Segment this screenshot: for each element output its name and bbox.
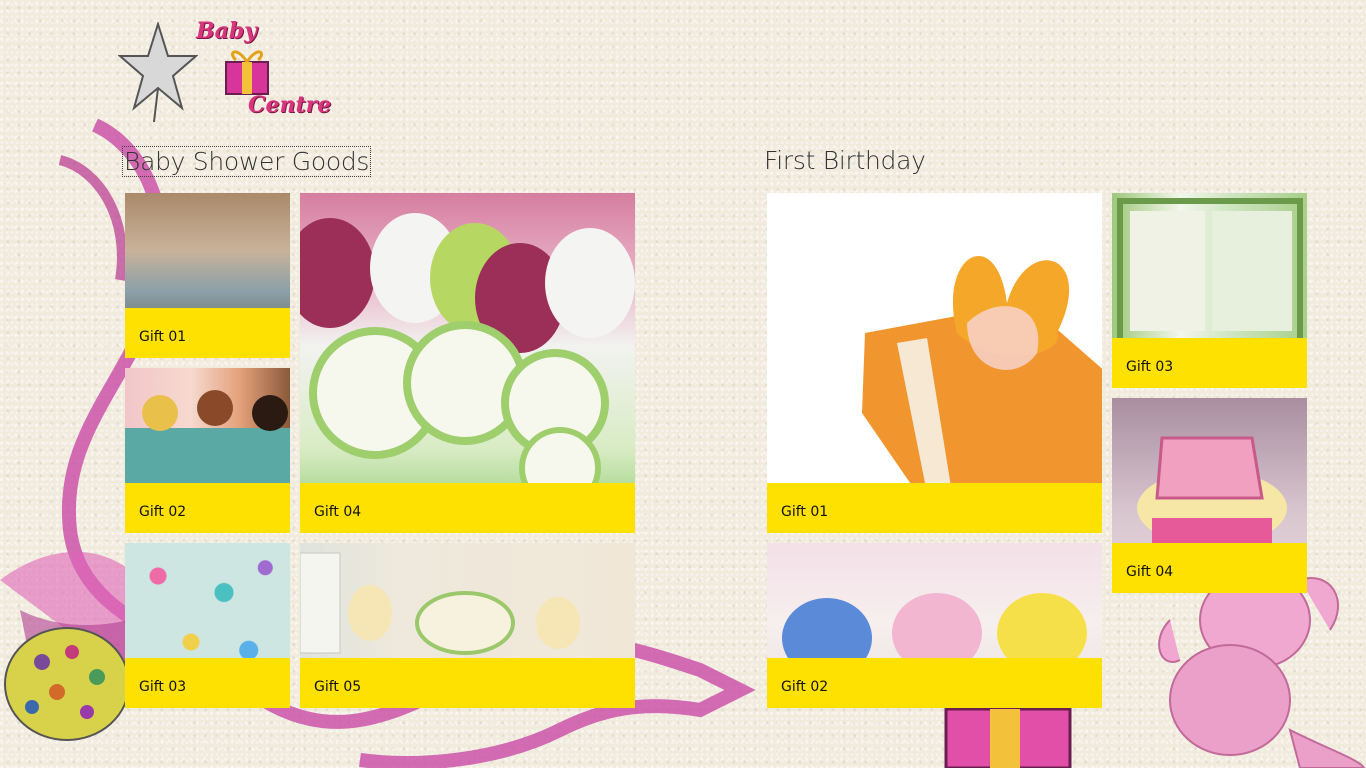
logo-text-centre: Centre [248, 92, 332, 118]
tile-baby-shower-gift-01[interactable]: Gift 01 [125, 193, 290, 358]
tile-caption: Gift 03 [1112, 338, 1307, 388]
balloons-icon [300, 213, 635, 509]
tile-caption: Gift 02 [767, 658, 1102, 708]
tile-label: Gift 01 [781, 504, 829, 520]
tile-label: Gift 03 [1126, 359, 1174, 375]
section-title-first-birthday[interactable]: First Birthday [764, 146, 926, 175]
tile-caption: Gift 02 [125, 483, 290, 533]
tile-baby-shower-gift-04[interactable]: Gift 04 [300, 193, 635, 533]
orange-gift-icon [862, 255, 1102, 493]
tile-caption: Gift 01 [125, 308, 290, 358]
tile-baby-shower-gift-03[interactable]: Gift 03 [125, 543, 290, 708]
tile-caption: Gift 03 [125, 658, 290, 708]
ball-decoration [4, 627, 130, 741]
tile-first-birthday-gift-04[interactable]: Gift 04 [1112, 398, 1307, 593]
gift-icon [225, 50, 269, 95]
tile-caption: Gift 01 [767, 483, 1102, 533]
tile-label: Gift 05 [314, 679, 362, 695]
tile-caption: Gift 04 [300, 483, 635, 533]
tile-image [767, 193, 1102, 533]
tile-caption: Gift 05 [300, 658, 635, 708]
app-logo[interactable]: Baby Centre [118, 18, 338, 128]
tile-caption: Gift 04 [1112, 543, 1307, 593]
tile-first-birthday-gift-02[interactable]: Gift 02 [767, 543, 1102, 708]
tile-baby-shower-gift-05[interactable]: Gift 05 [300, 543, 635, 708]
tile-label: Gift 01 [139, 329, 187, 345]
section-title-baby-shower-goods[interactable]: Baby Shower Goods [122, 146, 372, 177]
tile-label: Gift 02 [139, 504, 187, 520]
tile-label: Gift 04 [314, 504, 362, 520]
gift-box-decoration [944, 707, 1072, 768]
tile-baby-shower-gift-02[interactable]: Gift 02 [125, 368, 290, 533]
tile-label: Gift 03 [139, 679, 187, 695]
logo-text-baby: Baby [196, 18, 258, 44]
tile-label: Gift 02 [781, 679, 829, 695]
star-icon [118, 22, 198, 122]
tile-label: Gift 04 [1126, 564, 1174, 580]
tile-image [300, 193, 635, 533]
tile-first-birthday-gift-01[interactable]: Gift 01 [767, 193, 1102, 533]
tile-first-birthday-gift-03[interactable]: Gift 03 [1112, 193, 1307, 388]
